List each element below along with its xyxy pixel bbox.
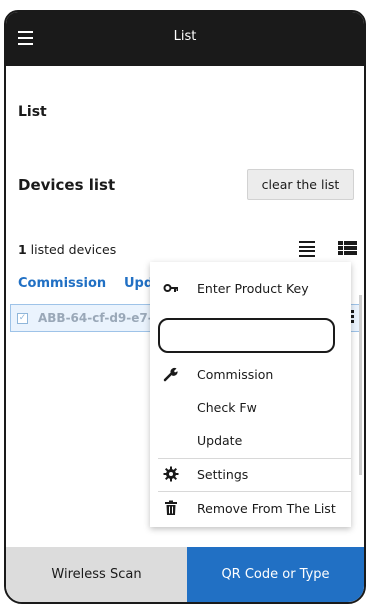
listed-count-number: 1	[18, 242, 27, 257]
device-context-menu: Enter Product Key Commission Check Fw Up…	[150, 262, 351, 527]
menu-item-commission[interactable]: Commission	[150, 358, 351, 390]
menu-item-label: Enter Product Key	[197, 281, 309, 296]
wireless-scan-button[interactable]: Wireless Scan	[6, 547, 187, 602]
qr-code-button[interactable]: QR Code or Type	[187, 547, 364, 602]
menu-item-enter-product-key[interactable]: Enter Product Key	[150, 272, 351, 304]
menu-item-label: Update	[197, 433, 243, 448]
devices-list-title: Devices list	[18, 176, 116, 194]
menu-item-check-fw[interactable]: Check Fw	[150, 391, 351, 423]
app-bar-title: List	[173, 29, 197, 44]
section-title: List	[18, 104, 47, 120]
more-options-icon[interactable]	[351, 310, 355, 326]
trash-icon	[165, 500, 177, 515]
menu-item-remove-from-list[interactable]: Remove From The List	[150, 492, 351, 524]
bottom-action-bar: Wireless Scan QR Code or Type	[6, 547, 364, 602]
menu-item-settings[interactable]: Settings	[150, 458, 351, 490]
highlight-outline	[158, 318, 335, 353]
device-checkbox[interactable]: ✓	[17, 313, 28, 324]
wrench-icon	[163, 367, 178, 382]
menu-item-update[interactable]: Update	[150, 424, 351, 456]
menu-item-label: Commission	[197, 367, 274, 382]
key-icon	[163, 284, 178, 292]
menu-item-label: Settings	[197, 467, 249, 482]
menu-item-label: Remove From The List	[197, 501, 336, 516]
listed-devices-count: 1 listed devices	[18, 242, 116, 257]
clear-list-button[interactable]: clear the list	[247, 169, 354, 200]
tab-commission[interactable]: Commission	[18, 276, 106, 291]
scrollbar[interactable]	[359, 295, 362, 475]
listed-count-label: listed devices	[26, 242, 117, 257]
detailed-list-view-icon[interactable]	[338, 241, 357, 255]
gear-icon	[163, 466, 179, 482]
list-view-icon[interactable]	[299, 241, 315, 258]
menu-item-label: Check Fw	[197, 400, 257, 415]
top-app-bar: List	[6, 12, 364, 66]
